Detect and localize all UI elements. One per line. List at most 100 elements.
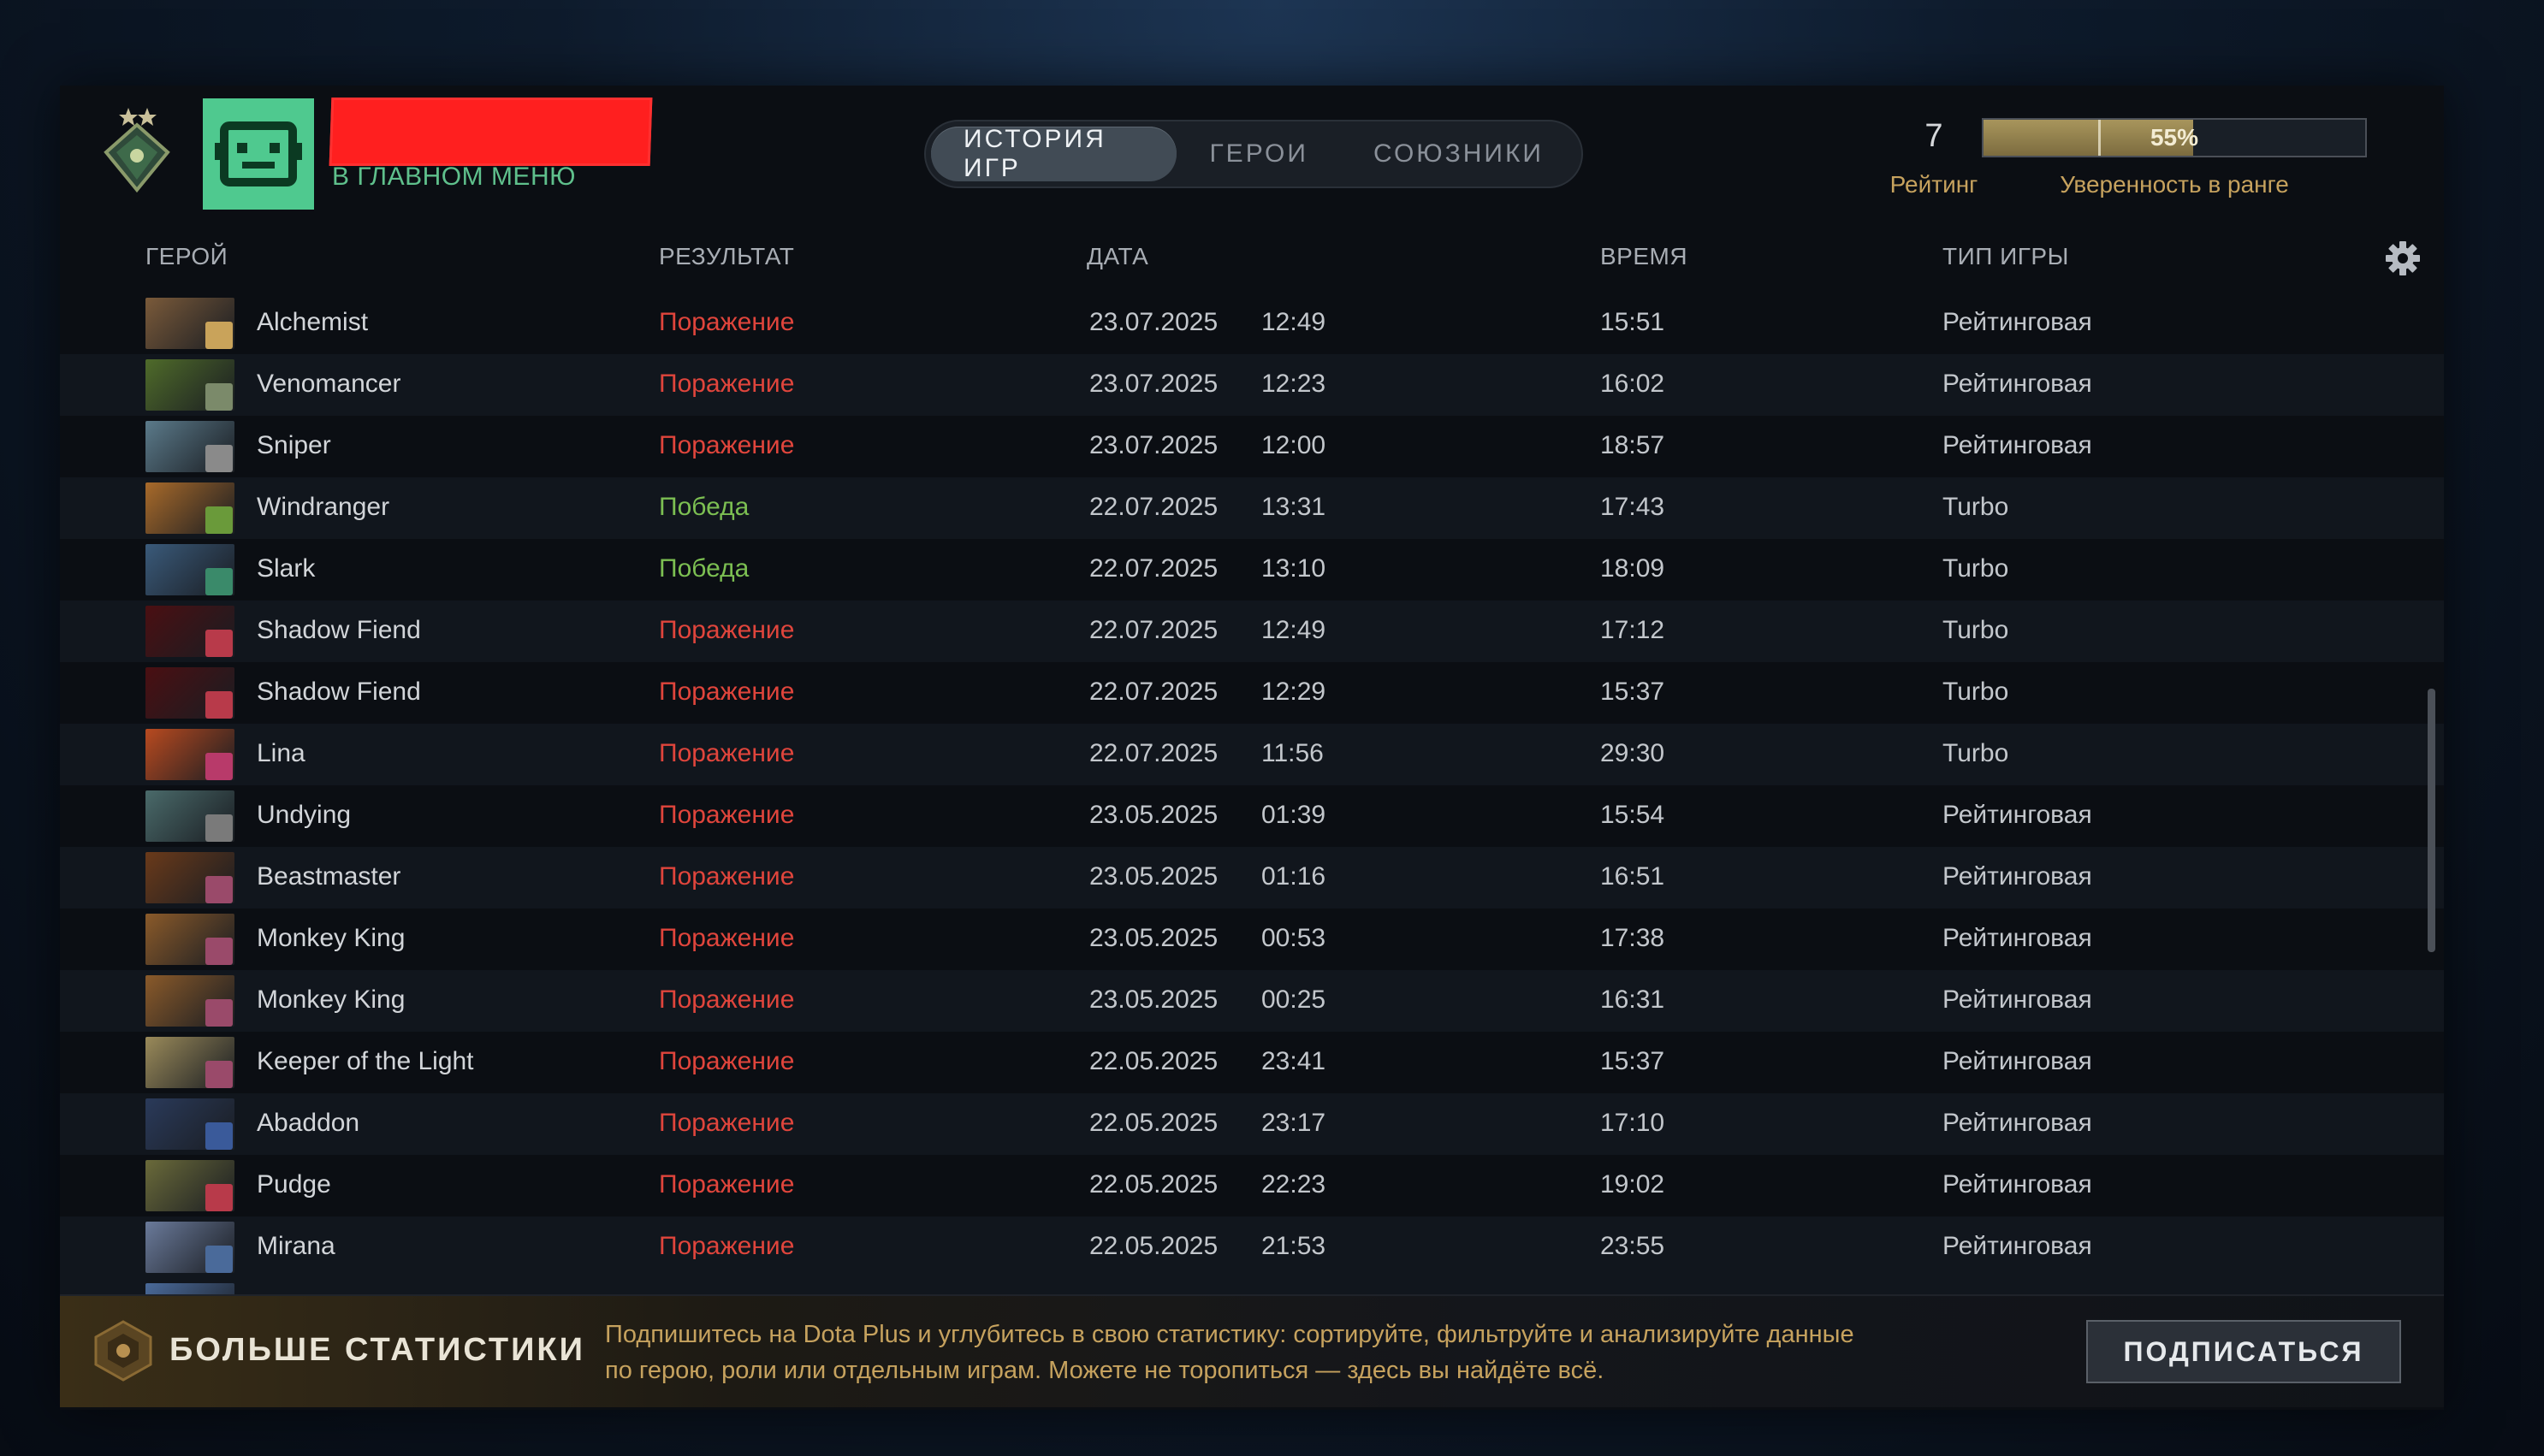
- banner-description-line-2: по герою, роли или отдельным играм. Може…: [605, 1357, 1604, 1384]
- role-icon: [205, 1122, 233, 1150]
- match-time: 12:29: [1261, 678, 1326, 706]
- table-row[interactable]: Lina Поражение 22.07.2025 11:56 29:30 Turbo: [60, 724, 2444, 785]
- gear-icon[interactable]: [2384, 240, 2422, 277]
- table-row[interactable]: Mirana Поражение 22.05.2025 21:53 23:55 Рейти…: [60, 1216, 2444, 1278]
- header-duration[interactable]: ВРЕМЯ: [1600, 243, 1687, 270]
- banner-description-line-1: Подпишитесь на Dota Plus и углубитесь в …: [605, 1321, 1854, 1348]
- role-icon: [205, 445, 233, 472]
- hero-name: Lina: [257, 739, 305, 767]
- redacted-player-name: [329, 98, 653, 166]
- avatar-icon[interactable]: [203, 98, 314, 210]
- game-type: Turbo: [1942, 678, 2009, 706]
- game-type: Рейтинговая: [1942, 1170, 2092, 1199]
- match-time: 11:56: [1261, 739, 1324, 767]
- match-duration: 17:43: [1600, 493, 1665, 521]
- table-row[interactable]: Slark Победа 22.07.2025 13:10 18:09 Turbo: [60, 539, 2444, 601]
- match-time: 23:41: [1261, 1047, 1326, 1075]
- match-time: 13:10: [1261, 554, 1326, 583]
- hero-name: Undying: [257, 801, 352, 829]
- role-icon: [205, 630, 233, 657]
- table-row[interactable]: Abaddon Поражение 22.05.2025 23:17 17:10 Рейт…: [60, 1093, 2444, 1155]
- match-result: Поражение: [659, 431, 795, 459]
- table-row[interactable]: Sniper Поражение 23.07.2025 12:00 18:57 Рейти…: [60, 416, 2444, 477]
- match-duration: 18:57: [1600, 431, 1665, 459]
- header-game-type[interactable]: ТИП ИГРЫ: [1942, 243, 2069, 270]
- match-result: Поражение: [659, 1170, 795, 1199]
- hero-name: Beastmaster: [257, 862, 401, 891]
- hero-name: Keeper of the Light: [257, 1047, 474, 1075]
- match-date: 23.07.2025: [1089, 431, 1219, 459]
- header-date[interactable]: ДАТА: [1087, 243, 1148, 270]
- match-duration: 17:10: [1600, 1109, 1665, 1137]
- rank-medal-icon[interactable]: [86, 101, 188, 204]
- hero-name: Shadow Fiend: [257, 616, 421, 644]
- match-duration: 15:37: [1600, 1047, 1665, 1075]
- match-result: Поражение: [659, 616, 795, 644]
- match-result: Поражение: [659, 308, 795, 336]
- tab-allies[interactable]: СОЮЗНИКИ: [1341, 127, 1576, 181]
- table-row[interactable]: Monkey King Поражение 23.05.2025 00:25 16:31…: [60, 970, 2444, 1032]
- table-row[interactable]: Shadow Fiend Поражение 22.07.2025 12:29 15:3…: [60, 662, 2444, 724]
- role-icon: [205, 876, 233, 903]
- role-icon: [205, 1184, 233, 1211]
- match-duration: 15:54: [1600, 801, 1665, 829]
- role-icon: [205, 383, 233, 411]
- hero-name: Monkey King: [257, 924, 406, 952]
- header-hero[interactable]: ГЕРОЙ: [145, 243, 228, 270]
- match-duration: 23:55: [1600, 1232, 1665, 1260]
- match-list: Alchemist Поражение 23.07.2025 12:49 15:51 Ре…: [60, 291, 2444, 1377]
- game-type: Рейтинговая: [1942, 1232, 2092, 1260]
- match-result: Поражение: [659, 370, 795, 398]
- match-time: 12:49: [1261, 616, 1326, 644]
- hero-name: Slark: [257, 554, 316, 583]
- match-duration: 19:02: [1600, 1170, 1665, 1199]
- match-date: 23.05.2025: [1089, 862, 1219, 891]
- table-row[interactable]: Windranger Победа 22.07.2025 13:31 17:43 Turb…: [60, 477, 2444, 539]
- hero-name: Shadow Fiend: [257, 678, 421, 706]
- dota-plus-icon: [91, 1318, 156, 1383]
- tab-match-history[interactable]: ИСТОРИЯ ИГР: [931, 125, 1177, 182]
- scrollbar[interactable]: [2428, 689, 2435, 952]
- match-result: Поражение: [659, 985, 795, 1014]
- match-result: Поражение: [659, 739, 795, 767]
- game-type: Turbo: [1942, 739, 2009, 767]
- player-status: В ГЛАВНОМ МЕНЮ: [332, 163, 576, 191]
- game-type: Turbo: [1942, 616, 2009, 644]
- tab-heroes[interactable]: ГЕРОИ: [1177, 127, 1341, 181]
- table-row[interactable]: Pudge Поражение 22.05.2025 22:23 19:02 Рейтин…: [60, 1155, 2444, 1216]
- tab-bar: ИСТОРИЯ ИГР ГЕРОИ СОЮЗНИКИ: [924, 120, 1583, 188]
- subscribe-button[interactable]: ПОДПИСАТЬСЯ: [2086, 1320, 2401, 1383]
- table-row[interactable]: Venomancer Поражение 23.07.2025 12:23 16:02 Р…: [60, 354, 2444, 416]
- table-row[interactable]: Shadow Fiend Поражение 22.07.2025 12:49 17:1…: [60, 601, 2444, 662]
- game-type: Рейтинговая: [1942, 1109, 2092, 1137]
- game-type: Рейтинговая: [1942, 862, 2092, 891]
- game-type: Рейтинговая: [1942, 370, 2092, 398]
- game-type: Рейтинговая: [1942, 924, 2092, 952]
- table-row[interactable]: Keeper of the Light Поражение 22.05.2025 23…: [60, 1032, 2444, 1093]
- match-date: 22.07.2025: [1089, 739, 1219, 767]
- match-date: 22.07.2025: [1089, 554, 1219, 583]
- match-duration: 16:31: [1600, 985, 1665, 1014]
- match-result: Победа: [659, 554, 750, 583]
- match-date: 23.07.2025: [1089, 370, 1219, 398]
- table-header: ГЕРОЙ РЕЗУЛЬТАТ ДАТА ВРЕМЯ ТИП ИГРЫ: [60, 231, 2444, 279]
- rank-confidence-percent: 55%: [2150, 124, 2199, 151]
- match-time: 00:53: [1261, 924, 1326, 952]
- table-row[interactable]: Undying Поражение 23.05.2025 01:39 15:54 Рейт…: [60, 785, 2444, 847]
- match-result: Поражение: [659, 801, 795, 829]
- hero-name: Pudge: [257, 1170, 331, 1199]
- table-row[interactable]: Monkey King Поражение 23.05.2025 00:53 17:38…: [60, 909, 2444, 970]
- table-row[interactable]: Beastmaster Поражение 23.05.2025 01:16 16:51…: [60, 847, 2444, 909]
- hero-name: Alchemist: [257, 308, 369, 336]
- match-duration: 18:09: [1600, 554, 1665, 583]
- match-date: 23.05.2025: [1089, 801, 1219, 829]
- match-time: 00:25: [1261, 985, 1326, 1014]
- match-duration: 29:30: [1600, 739, 1665, 767]
- match-result: Поражение: [659, 1109, 795, 1137]
- table-row[interactable]: Alchemist Поражение 23.07.2025 12:49 15:51 Ре…: [60, 293, 2444, 354]
- match-result: Поражение: [659, 1232, 795, 1260]
- header-result[interactable]: РЕЗУЛЬТАТ: [659, 243, 794, 270]
- match-result: Поражение: [659, 862, 795, 891]
- game-type: Рейтинговая: [1942, 801, 2092, 829]
- match-result: Поражение: [659, 924, 795, 952]
